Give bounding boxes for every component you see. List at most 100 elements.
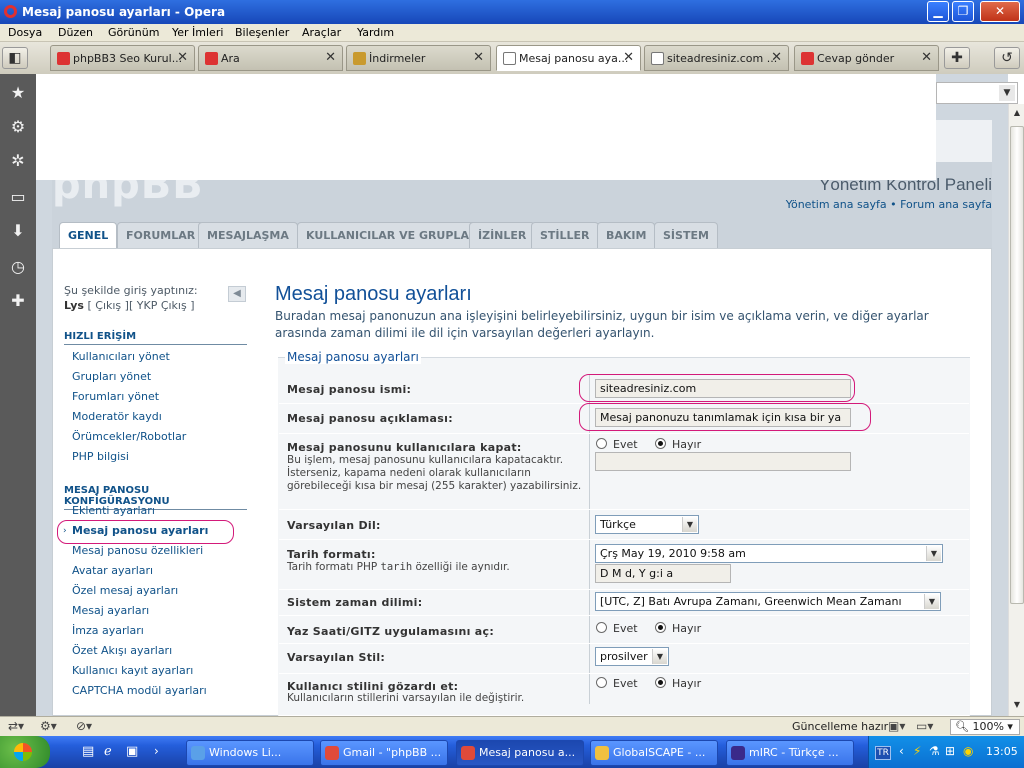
sidebar-item-mod-log[interactable]: Moderatör kaydı (72, 410, 162, 423)
tab-users-groups[interactable]: KULLANICILAR VE GRUPLAR (297, 222, 487, 248)
panel-toggle-button[interactable]: ◧ (2, 47, 28, 69)
menu-file[interactable]: Dosya (8, 26, 42, 39)
quicklaunch-expand-icon[interactable]: › (154, 744, 159, 758)
sidebar-item-attachments[interactable]: Eklenti ayarları (72, 504, 155, 517)
quicklaunch-ie-icon[interactable]: ℯ (104, 744, 112, 759)
sidebar-item-manage-forums[interactable]: Forumları yönet (72, 390, 159, 403)
tab-system[interactable]: SİSTEM (654, 222, 718, 248)
tab-maintenance[interactable]: BAKIM (597, 222, 656, 248)
taskbar-item-mirc[interactable]: mIRC - Türkçe ... (726, 740, 854, 766)
forum-home-link[interactable]: Forum ana sayfa (900, 198, 992, 211)
scrollbar-thumb[interactable] (1010, 126, 1024, 604)
menu-edit[interactable]: Düzen (58, 26, 93, 39)
minimize-button[interactable]: ▁ (927, 1, 949, 22)
close-button[interactable]: ✕ (980, 1, 1020, 22)
disable-no-radio[interactable]: Hayır (655, 438, 701, 451)
tab-siteadresiniz[interactable]: siteadresiniz.com ... ✕ (644, 45, 789, 71)
sidebar-item-manage-groups[interactable]: Grupları yönet (72, 370, 151, 383)
quicklaunch-desktop-icon[interactable]: ▤ (82, 744, 94, 759)
radio-circle[interactable] (655, 677, 666, 688)
sidebar-item-pm[interactable]: Özel mesaj ayarları (72, 584, 178, 597)
override-yes-radio[interactable]: Evet (596, 677, 638, 690)
tray-security-icon[interactable]: ◉ (963, 744, 973, 758)
widgets-gear-icon[interactable]: ⚙ (6, 114, 30, 140)
network-icon[interactable]: ⚙▾ (40, 719, 57, 733)
chevron-down-icon[interactable]: ▼ (682, 517, 697, 532)
sidebar-item-signature[interactable]: İmza ayarları (72, 624, 144, 637)
chevron-down-icon[interactable]: ▼ (652, 649, 667, 664)
default-style-select[interactable]: prosilver ▼ (595, 647, 669, 666)
ykp-logout-link[interactable]: [ YKP Çıkış ] (129, 299, 195, 312)
sidebar-item-post[interactable]: Mesaj ayarları (72, 604, 149, 617)
turbo-icon[interactable]: ⇄▾ (8, 719, 24, 733)
date-format-select[interactable]: Çrş May 19, 2010 9:58 am ▼ (595, 544, 943, 563)
taskbar-item-gmail[interactable]: Gmail - "phpBB ... (320, 740, 448, 766)
tray-expand-icon[interactable]: ‹ (899, 744, 904, 758)
sidebar-item-spiders[interactable]: Örümcekler/Robotlar (72, 430, 186, 443)
menu-bookmarks[interactable]: Yer İmleri (172, 26, 223, 39)
tab-reply[interactable]: Cevap gönder ✕ (794, 45, 939, 71)
taskbar-item-board-settings[interactable]: Mesaj panosu a... (456, 740, 584, 766)
zoom-control[interactable]: 🔍︎ 100% ▾ (950, 719, 1020, 735)
tab-styles[interactable]: STİLLER (531, 222, 599, 248)
start-button[interactable] (0, 736, 50, 768)
dst-yes-radio[interactable]: Evet (596, 622, 638, 635)
close-tab-icon[interactable]: ✕ (473, 50, 484, 65)
radio-circle[interactable] (655, 622, 666, 633)
language-indicator[interactable]: TR (875, 746, 891, 760)
timezone-select[interactable]: [UTC, Z] Batı Avrupa Zamanı, Greenwich M… (595, 592, 941, 611)
tab-downloads[interactable]: İndirmeler ✕ (346, 45, 491, 71)
disable-message-input[interactable] (595, 452, 851, 471)
menu-tools[interactable]: Araçlar (302, 26, 341, 39)
override-no-radio[interactable]: Hayır (655, 677, 701, 690)
sidebar-item-avatar[interactable]: Avatar ayarları (72, 564, 153, 577)
tab-general[interactable]: GENEL (59, 222, 118, 250)
block-content-icon[interactable]: ⊘▾ (76, 719, 92, 733)
panel-toggle-icon[interactable]: ▣▾ (888, 719, 905, 733)
sidebar-item-manage-users[interactable]: Kullanıcıları yönet (72, 350, 170, 363)
tray-flash-icon[interactable]: ⚡ (913, 744, 921, 758)
closed-tabs-button[interactable]: ↺ (994, 47, 1020, 69)
maximize-button[interactable]: ❐ (952, 1, 974, 22)
tray-network-icon[interactable]: ⊞ (945, 744, 955, 758)
sidebar-item-board-features[interactable]: Mesaj panosu özellikleri (72, 544, 203, 557)
tab-phpbb-seo[interactable]: phpBB3 Seo Kurul... ✕ (50, 45, 195, 71)
menu-view[interactable]: Görünüm (108, 26, 159, 39)
taskbar-item-windows-live[interactable]: Windows Li... (186, 740, 314, 766)
chevron-down-icon[interactable]: ▼ (924, 594, 939, 609)
sidebar-item-captcha[interactable]: CAPTCHA modül ayarları (72, 684, 207, 697)
logout-link[interactable]: [ Çıkış ] (87, 299, 128, 312)
unite-icon[interactable]: ✲ (6, 148, 30, 174)
scroll-up-icon[interactable]: ▲ (1010, 106, 1024, 120)
sidebar-item-registration[interactable]: Kullanıcı kayıt ayarları (72, 664, 193, 677)
tab-forums[interactable]: FORUMLAR (117, 222, 205, 248)
sidebar-item-feed[interactable]: Özet Akışı ayarları (72, 644, 172, 657)
downloads-arrow-icon[interactable]: ⬇ (6, 218, 30, 244)
disable-yes-radio[interactable]: Evet (596, 438, 638, 451)
bookmarks-star-icon[interactable]: ★ (6, 80, 30, 106)
close-tab-icon[interactable]: ✕ (771, 50, 782, 65)
radio-circle[interactable] (596, 622, 607, 633)
close-tab-icon[interactable]: ✕ (623, 50, 634, 65)
new-tab-button[interactable]: ✚ (944, 47, 970, 69)
history-clock-icon[interactable]: ◷ (6, 254, 30, 280)
close-tab-icon[interactable]: ✕ (177, 50, 188, 65)
close-tab-icon[interactable]: ✕ (921, 50, 932, 65)
vertical-scrollbar[interactable]: ▲ ▼ (1008, 104, 1024, 716)
tab-board-settings[interactable]: Mesaj panosu aya... ✕ (496, 45, 641, 71)
radio-circle[interactable] (655, 438, 666, 449)
taskbar-item-globalscape[interactable]: GlobalSCAPE - ... (590, 740, 718, 766)
dropdown-arrow-icon[interactable]: ▼ (999, 85, 1015, 101)
tab-permissions[interactable]: İZİNLER (469, 222, 536, 248)
default-lang-select[interactable]: Türkçe ▼ (595, 515, 699, 534)
view-icon[interactable]: ▭▾ (916, 719, 933, 733)
menu-widgets[interactable]: Bileşenler (235, 26, 289, 39)
acp-home-link[interactable]: Yönetim ana sayfa (786, 198, 887, 211)
dst-no-radio[interactable]: Hayır (655, 622, 701, 635)
chevron-down-icon[interactable]: ▼ (926, 546, 941, 561)
scroll-down-icon[interactable]: ▼ (1010, 698, 1024, 712)
tab-messaging[interactable]: MESAJLAŞMA (198, 222, 298, 248)
notes-icon[interactable]: ▭ (6, 184, 30, 210)
radio-circle[interactable] (596, 438, 607, 449)
sidebar-item-php-info[interactable]: PHP bilgisi (72, 450, 129, 463)
